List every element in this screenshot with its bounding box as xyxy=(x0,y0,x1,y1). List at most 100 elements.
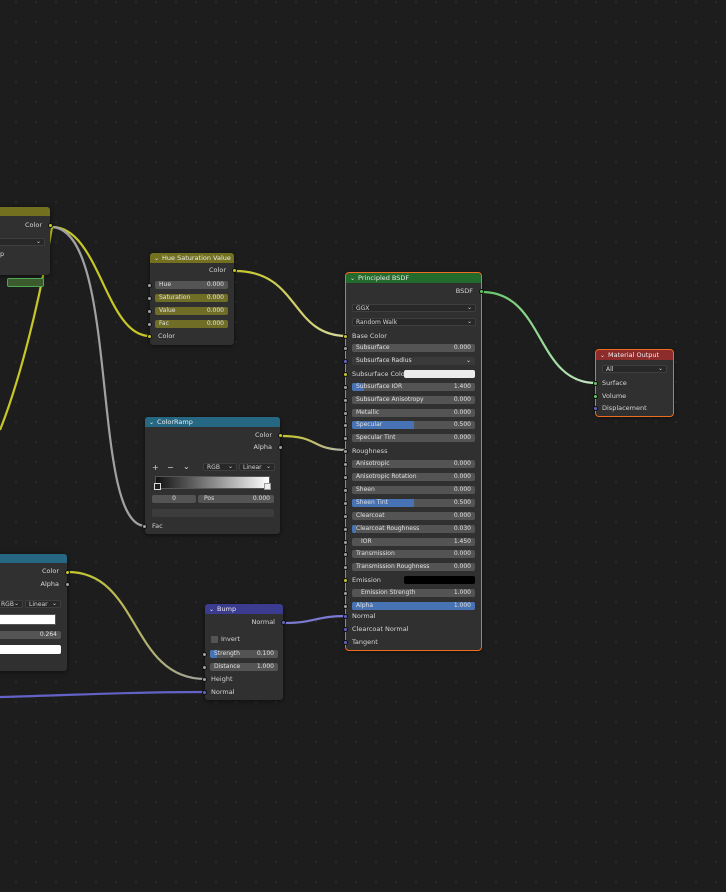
image-source-dropdown[interactable]: ⌄ xyxy=(0,238,45,246)
colorramp-header[interactable]: ⌄ ColorRamp xyxy=(145,417,280,427)
bsdf-subsurface-socket[interactable] xyxy=(343,346,348,351)
ramp2-color-field[interactable] xyxy=(0,645,61,654)
bsdf-ior-field[interactable]: IOR 1.450 xyxy=(352,538,475,546)
ramp-color-field[interactable] xyxy=(152,509,274,517)
hsv-header[interactable]: ⌄ Hue Saturation Value xyxy=(150,253,234,263)
bsdf-specular-socket[interactable] xyxy=(343,423,348,428)
bump-out-normal-socket[interactable] xyxy=(281,620,286,625)
collapse-chevron-icon[interactable]: ⌄ xyxy=(149,418,154,427)
bsdf-sheen-socket[interactable] xyxy=(343,488,348,493)
bsdf-anisotropic-field[interactable]: Anisotropic 0.000 xyxy=(352,460,475,468)
bsdf-out-socket[interactable] xyxy=(479,289,484,294)
bsdf-subsurface-radius-socket[interactable] xyxy=(343,359,348,364)
hsv-val-socket[interactable] xyxy=(147,309,152,314)
ramp2-mode-dropdown[interactable]: RGB ⌄ xyxy=(0,600,23,608)
bump-distance-socket[interactable] xyxy=(202,665,207,670)
ramp-interp-dropdown[interactable]: Linear ⌄ xyxy=(239,463,275,471)
hsv-in-color-socket[interactable] xyxy=(147,334,152,339)
hsv-hue-field[interactable]: Hue 0.000 xyxy=(155,281,228,289)
bsdf-specular-tint-field[interactable]: Specular Tint 0.000 xyxy=(352,434,475,442)
bsdf-clearcoat-field[interactable]: Clearcoat 0.000 xyxy=(352,512,475,520)
bsdf-clearcoat-socket[interactable] xyxy=(343,514,348,519)
bsdf-subsurface-color-swatch[interactable] xyxy=(404,370,475,378)
ramp2-pos-field[interactable]: 0.264 xyxy=(0,631,61,639)
bump-header[interactable]: ⌄ Bump xyxy=(205,604,283,614)
bump-strength-field[interactable]: Strength 0.100 xyxy=(210,650,278,658)
bsdf-distribution-dropdown[interactable]: GGX ⌄ xyxy=(352,304,476,312)
bsdf-transmission-roughness-socket[interactable] xyxy=(343,565,348,570)
image-texture-header[interactable] xyxy=(0,207,50,216)
bsdf-subsurface-color-socket[interactable] xyxy=(343,372,348,377)
image-texture-node[interactable]: Color ⌄ p xyxy=(0,207,53,275)
bump-node[interactable]: ⌄ Bump Normal Invert Strength 0.100 Distan… xyxy=(202,604,286,700)
hsv-fac-socket[interactable] xyxy=(147,322,152,327)
bsdf-subsurface-anisotropy-socket[interactable] xyxy=(343,398,348,403)
matout-volume-socket[interactable] xyxy=(593,394,598,399)
ramp2-header[interactable] xyxy=(0,554,67,563)
bsdf-sheen-tint-socket[interactable] xyxy=(343,501,348,506)
collapse-chevron-icon[interactable]: ⌄ xyxy=(209,605,214,614)
bsdf-transmission-socket[interactable] xyxy=(343,552,348,557)
collapse-chevron-icon[interactable]: ⌄ xyxy=(600,351,605,360)
matout-surface-socket[interactable] xyxy=(593,381,598,386)
link-ramp2-to-height[interactable] xyxy=(67,570,206,681)
link-hsv-to-basecolor[interactable] xyxy=(234,269,348,338)
ramp-add-button[interactable]: + xyxy=(152,463,159,472)
bsdf-subsurface-field[interactable]: Subsurface 0.000 xyxy=(352,344,475,352)
principled-bsdf-node[interactable]: ⌄ Principled BSDF BSDF GGX ⌄ Random Walk ⌄ … xyxy=(343,272,484,651)
hsv-hue-socket[interactable] xyxy=(147,283,152,288)
bsdf-emission-swatch[interactable] xyxy=(404,576,475,584)
bsdf-transmission-field[interactable]: Transmission 0.000 xyxy=(352,550,475,558)
bump-strength-socket[interactable] xyxy=(202,652,207,657)
bump-distance-field[interactable]: Distance 1.000 xyxy=(210,663,278,671)
ramp2-interp-dropdown[interactable]: Linear ⌄ xyxy=(25,600,61,608)
ramp-out-alpha-socket[interactable] xyxy=(278,445,283,450)
matout-target-dropdown[interactable]: All ⌄ xyxy=(602,365,667,373)
ramp-stop-white[interactable] xyxy=(264,483,271,490)
bsdf-specular-tint-socket[interactable] xyxy=(343,436,348,441)
bsdf-specular-field[interactable]: Specular 0.500 xyxy=(352,421,475,429)
bsdf-emission-strength-socket[interactable] xyxy=(343,591,348,596)
bsdf-transmission-roughness-field[interactable]: Transmission Roughness 0.000 xyxy=(352,563,475,571)
ramp-mode-dropdown[interactable]: RGB ⌄ xyxy=(203,463,237,471)
link-bump-to-normal[interactable] xyxy=(283,614,348,625)
bsdf-subsurface-ior-field[interactable]: Subsurface IOR 1.400 xyxy=(352,383,475,391)
ramp-out-color-socket[interactable] xyxy=(278,433,283,438)
ramp-pos-field[interactable]: Pos 0.000 xyxy=(198,495,274,503)
bsdf-subsurface-radius-field[interactable]: Subsurface Radius ⌄ xyxy=(352,357,475,365)
ramp2-out-alpha-socket[interactable] xyxy=(65,582,70,587)
ramp-in-fac-socket[interactable] xyxy=(142,524,147,529)
bsdf-sheen-field[interactable]: Sheen 0.000 xyxy=(352,486,475,494)
bsdf-anisotropic-rotation-socket[interactable] xyxy=(343,475,348,480)
material-output-node[interactable]: ⌄ Material Output All ⌄ Surface Volume Dis… xyxy=(593,349,674,417)
ramp2-gradient-bar[interactable] xyxy=(0,614,56,625)
bsdf-emission-strength-field[interactable]: Emission Strength 1.000 xyxy=(352,589,475,597)
bsdf-subsurface-anisotropy-field[interactable]: Subsurface Anisotropy 0.000 xyxy=(352,396,475,404)
ramp-stop-black[interactable] xyxy=(154,483,161,490)
image-out-color-socket[interactable] xyxy=(48,223,53,228)
colorramp-2-node[interactable]: Color Alpha RGB ⌄ Linear ⌄ 0.264 xyxy=(0,554,70,671)
bsdf-clearcoat-roughness-socket[interactable] xyxy=(343,527,348,532)
ramp2-out-color-socket[interactable] xyxy=(65,570,70,575)
hue-saturation-value-node[interactable]: ⌄ Hue Saturation Value Color Hue 0.000 Sat… xyxy=(147,253,237,345)
bump-height-socket[interactable] xyxy=(202,677,207,682)
hsv-sat-socket[interactable] xyxy=(147,296,152,301)
bsdf-alpha-field[interactable]: Alpha 1.000 xyxy=(352,602,475,610)
bsdf-header[interactable]: ⌄ Principled BSDF xyxy=(346,273,481,283)
collapse-chevron-icon[interactable]: ⌄ xyxy=(154,254,159,263)
bsdf-subsurface-ior-socket[interactable] xyxy=(343,385,348,390)
bsdf-anisotropic-socket[interactable] xyxy=(343,462,348,467)
bsdf-emission-socket[interactable] xyxy=(343,578,348,583)
matout-header[interactable]: ⌄ Material Output xyxy=(596,350,673,360)
link-ramp-to-roughness[interactable] xyxy=(280,434,348,452)
bsdf-sss-method-dropdown[interactable]: Random Walk ⌄ xyxy=(352,318,476,326)
bsdf-metallic-field[interactable]: Metallic 0.000 xyxy=(352,409,475,417)
matout-displacement-socket[interactable] xyxy=(593,406,598,411)
bump-invert-checkbox[interactable] xyxy=(211,636,218,643)
bsdf-clearcoat-roughness-field[interactable]: Clearcoat Roughness 0.030 xyxy=(352,525,475,533)
bsdf-clearcoat-normal-socket[interactable] xyxy=(343,627,348,632)
ramp-index-field[interactable]: 0 xyxy=(152,495,196,503)
bsdf-anisotropic-rotation-field[interactable]: Anisotropic Rotation 0.000 xyxy=(352,473,475,481)
bsdf-basecolor-socket[interactable] xyxy=(343,334,348,339)
link-left-to-bump-normal[interactable] xyxy=(0,690,206,699)
